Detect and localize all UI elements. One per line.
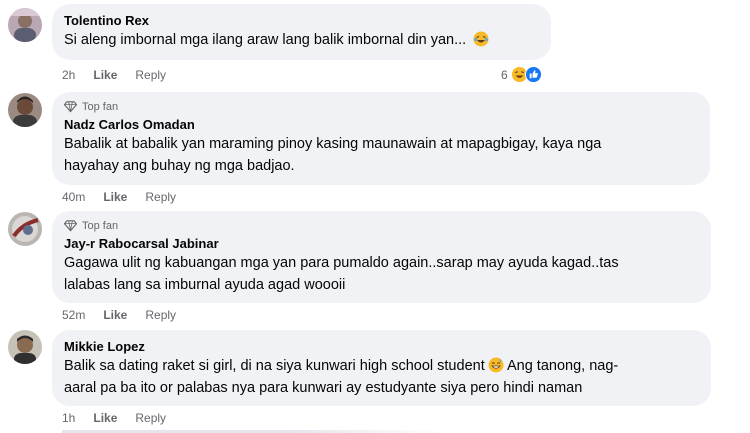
comment-bubble: Top fan Jay-r Rabocarsal Jabinar Gagawa … — [52, 211, 711, 303]
comment-meta: 2h Like Reply — [62, 68, 166, 82]
comment-bubble: Tolentino Rex Si aleng imbornal mga ilan… — [52, 4, 551, 60]
comment-bubble: Mikkie Lopez Balik sa dating raket si gi… — [52, 330, 711, 406]
reply-button[interactable]: Reply — [135, 411, 166, 425]
laughing-tears-emoji — [473, 31, 489, 47]
grinning-sweat-emoji — [488, 357, 504, 373]
like-icon — [524, 66, 542, 83]
comment-author[interactable]: Tolentino Rex — [64, 12, 539, 29]
comment-meta: 52m Like Reply — [62, 308, 176, 322]
avatar[interactable] — [8, 8, 42, 42]
reply-button[interactable]: Reply — [145, 190, 176, 204]
diamond-icon — [64, 101, 77, 113]
comment-author[interactable]: Jay-r Rabocarsal Jabinar — [64, 235, 699, 252]
top-fan-badge: Top fan — [64, 219, 699, 232]
comment-text-line: hayahay ang buhay ng mga badjao. — [64, 158, 295, 174]
comment-text: Babalik at babalik yan maraming pinoy ka… — [64, 133, 698, 177]
top-fan-label: Top fan — [82, 219, 119, 232]
reaction-count: 6 — [501, 67, 508, 82]
comment-author[interactable]: Mikkie Lopez — [64, 338, 699, 355]
comment-text-line: Balik sa dating raket si girl, di na siy… — [64, 355, 699, 377]
top-fan-label: Top fan — [82, 100, 119, 113]
comment-text-line: lalabas lang sa imburnal ayuda agad wooo… — [64, 277, 346, 293]
diamond-icon — [64, 220, 77, 232]
comment-text-segment: Ang tanong, nag- — [506, 358, 619, 374]
comment-time[interactable]: 40m — [62, 190, 85, 204]
comment-time[interactable]: 2h — [62, 68, 75, 82]
comment-time[interactable]: 52m — [62, 308, 85, 322]
comment-text-segment: Balik sa dating raket si girl, di na siy… — [64, 358, 485, 374]
like-button[interactable]: Like — [103, 190, 127, 204]
comment-time[interactable]: 1h — [62, 411, 75, 425]
comment-text-line: Babalik at babalik yan maraming pinoy ka… — [64, 136, 602, 152]
avatar[interactable] — [8, 212, 42, 246]
comment-author[interactable]: Nadz Carlos Omadan — [64, 116, 698, 133]
like-button[interactable]: Like — [93, 68, 117, 82]
comment-meta: 1h Like Reply — [62, 411, 166, 425]
reaction-summary[interactable]: 6 — [501, 66, 542, 83]
avatar[interactable] — [8, 330, 42, 364]
comment-text-line: Gagawa ulit ng kabuangan mga yan para pu… — [64, 255, 619, 271]
comment-text-line: Si aleng imbornal mga ilang araw lang ba… — [64, 32, 467, 48]
comment-meta: 40m Like Reply — [62, 190, 176, 204]
like-button[interactable]: Like — [103, 308, 127, 322]
like-button[interactable]: Like — [93, 411, 117, 425]
reply-button[interactable]: Reply — [135, 68, 166, 82]
comment-text: Si aleng imbornal mga ilang araw lang ba… — [64, 29, 539, 51]
reply-button[interactable]: Reply — [145, 308, 176, 322]
avatar[interactable] — [8, 93, 42, 127]
comment-text: Gagawa ulit ng kabuangan mga yan para pu… — [64, 252, 699, 296]
comment-text: Balik sa dating raket si girl, di na siy… — [64, 355, 699, 399]
comment-text-line: aaral pa ba ito or palabas nya para kunw… — [64, 380, 583, 396]
top-fan-badge: Top fan — [64, 100, 698, 113]
comment-bubble: Top fan Nadz Carlos Omadan Babalik at ba… — [52, 92, 710, 185]
